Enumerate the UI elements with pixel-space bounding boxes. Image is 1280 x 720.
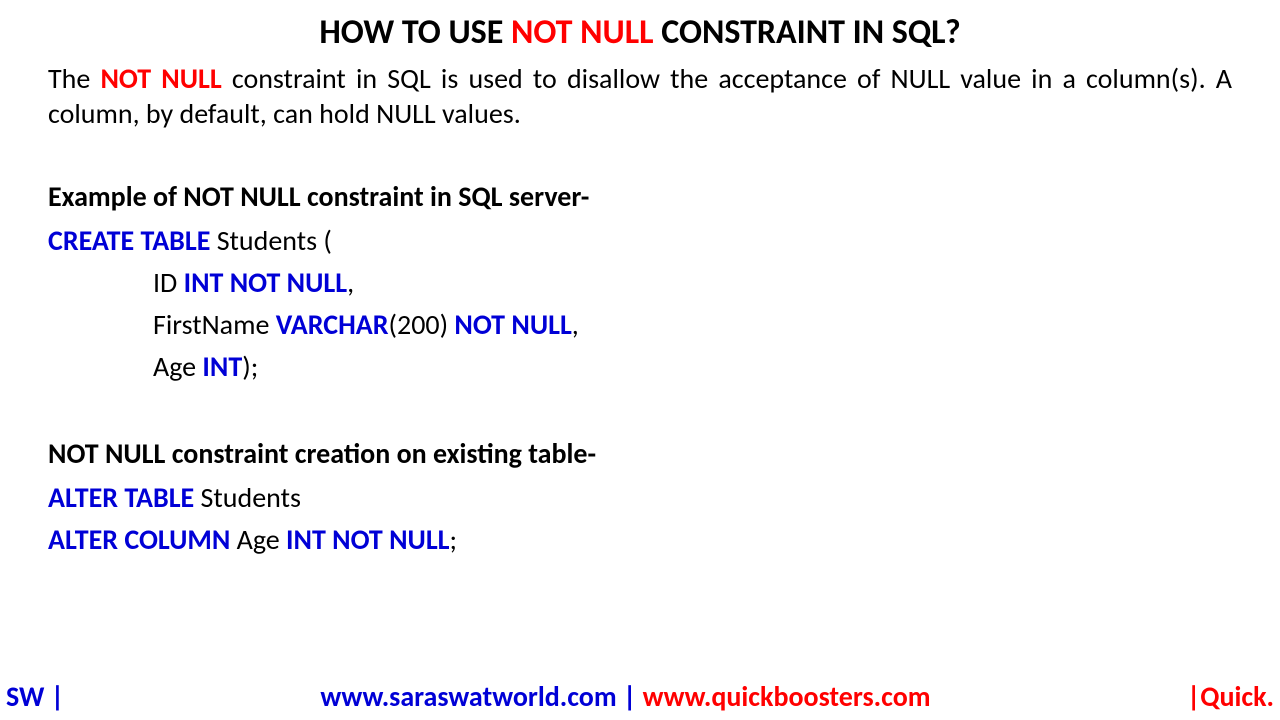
ac-post: ;: [450, 522, 458, 557]
desc-pre: The: [48, 61, 100, 96]
title-post: CONSTRAINT IN SQL?: [654, 12, 961, 53]
kw-int-not-null: INT NOT NULL: [184, 265, 347, 300]
kw-varchar: VARCHAR: [276, 307, 389, 342]
footer-center-blue: www.saraswatworld.com |: [320, 679, 642, 714]
section1-heading: Example of NOT NULL constraint in SQL se…: [48, 179, 1232, 214]
age-post: );: [242, 349, 258, 384]
id-pre: ID: [153, 265, 184, 300]
code-alter-table: ALTER TABLE Students: [48, 477, 1232, 519]
desc-post: constraint in SQL is used to disallow th…: [48, 61, 1232, 131]
fn-mid: (200): [389, 307, 455, 342]
footer: SW | www.saraswatworld.com | www.quickbo…: [0, 679, 1280, 714]
footer-left: SW |: [6, 679, 64, 714]
alter-rest: Students: [194, 480, 301, 515]
footer-right: |Quick.: [1187, 679, 1274, 714]
fn-post: ,: [572, 307, 579, 342]
kw-alter-table: ALTER TABLE: [48, 480, 194, 515]
code-alter-column: ALTER COLUMN Age INT NOT NULL;: [48, 519, 1232, 561]
kw-int-not-null-2: INT NOT NULL: [286, 522, 449, 557]
footer-center-red: www.quickboosters.com: [643, 679, 931, 714]
section2-heading: NOT NULL constraint creation on existing…: [48, 436, 1232, 471]
kw-not-null: NOT NULL: [454, 307, 571, 342]
create-rest: Students (: [210, 223, 332, 258]
footer-center: www.saraswatworld.com | www.quickbooster…: [320, 679, 930, 714]
code-id-line: ID INT NOT NULL,: [48, 262, 1232, 304]
page-title: HOW TO USE NOT NULL CONSTRAINT IN SQL?: [48, 12, 1232, 53]
code-create-table: CREATE TABLE Students (: [48, 220, 1232, 262]
title-pre: HOW TO USE: [319, 12, 511, 53]
kw-int: INT: [202, 349, 242, 384]
title-highlight: NOT NULL: [511, 12, 654, 53]
ac-mid: Age: [230, 522, 286, 557]
id-post: ,: [347, 265, 354, 300]
fn-pre: FirstName: [153, 307, 276, 342]
code-firstname-line: FirstName VARCHAR(200) NOT NULL,: [48, 304, 1232, 346]
kw-create-table: CREATE TABLE: [48, 223, 210, 258]
desc-highlight: NOT NULL: [100, 61, 221, 96]
age-pre: Age: [153, 349, 202, 384]
kw-alter-column: ALTER COLUMN: [48, 522, 230, 557]
description: The NOT NULL constraint in SQL is used t…: [48, 61, 1232, 131]
code-age-line: Age INT);: [48, 346, 1232, 388]
